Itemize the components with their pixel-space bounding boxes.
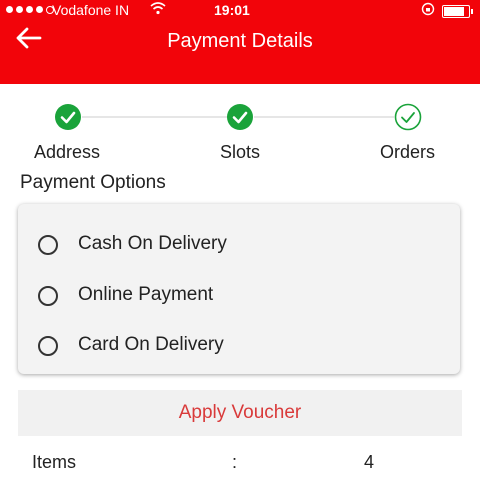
- payment-options-card: Cash On Delivery Online Payment Card On …: [18, 204, 460, 374]
- radio-icon[interactable]: [38, 286, 58, 306]
- items-summary-row: Items : 4: [0, 452, 480, 476]
- apply-voucher-button[interactable]: Apply Voucher: [18, 390, 462, 436]
- option-label: Online Payment: [78, 284, 214, 305]
- wifi-icon: [150, 1, 166, 18]
- header-bar: Vodafone IN 19:01 Payment Details: [0, 0, 480, 84]
- option-card-on-delivery[interactable]: Card On Delivery: [38, 333, 438, 363]
- step-label-address: Address: [34, 142, 101, 162]
- signal-dots-icon: [6, 6, 54, 14]
- step-connector: [254, 116, 394, 118]
- step-done-check-icon: [226, 103, 254, 131]
- payment-options-title: Payment Options: [20, 172, 166, 193]
- step-connector: [82, 116, 228, 118]
- items-separator: :: [232, 452, 238, 472]
- items-value: 4: [364, 452, 375, 472]
- option-online-payment[interactable]: Online Payment: [38, 283, 438, 313]
- status-time: 19:01: [214, 2, 250, 18]
- items-label: Items: [32, 452, 77, 472]
- rotation-lock-icon: [421, 2, 435, 19]
- option-label: Cash On Delivery: [78, 233, 227, 254]
- radio-icon[interactable]: [38, 235, 58, 255]
- status-bar: Vodafone IN 19:01: [0, 0, 480, 22]
- step-label-slots: Slots: [220, 142, 261, 162]
- radio-icon[interactable]: [38, 336, 58, 356]
- step-done-check-icon: [54, 103, 82, 131]
- step-current-check-icon: [394, 103, 422, 131]
- option-cash-on-delivery[interactable]: Cash On Delivery: [38, 232, 438, 262]
- battery-icon: [442, 5, 473, 18]
- step-label-orders: Orders: [380, 142, 436, 162]
- option-label: Card On Delivery: [78, 334, 224, 355]
- page-title: Payment Details: [167, 30, 313, 52]
- carrier-name: Vodafone IN: [52, 2, 130, 18]
- progress-steps: Address Slots Orders: [0, 100, 480, 170]
